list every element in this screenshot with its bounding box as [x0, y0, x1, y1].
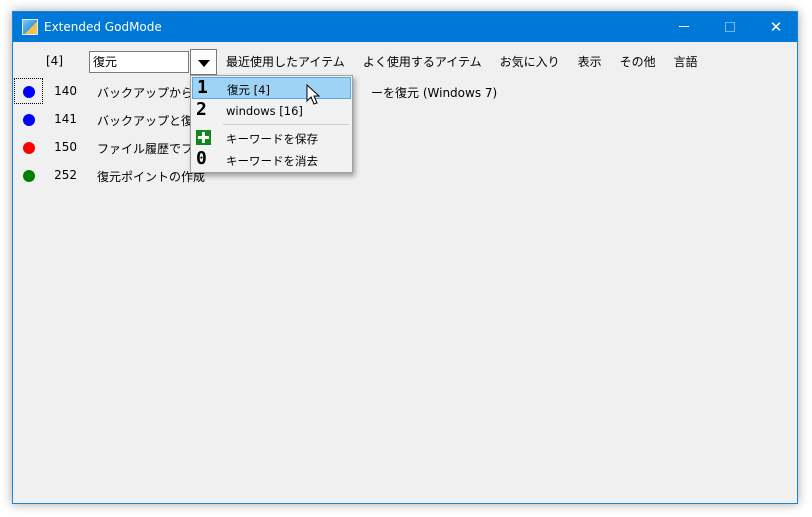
menu-item-history-1[interactable]: 1 復元 [4] — [192, 77, 351, 99]
app-icon — [22, 19, 38, 35]
list-item[interactable]: 150 ファイル履歴でファ — [13, 137, 773, 159]
list-item[interactable]: 252 復元ポイントの作成 — [13, 165, 773, 187]
number-1-icon: 1 — [197, 77, 208, 98]
item-label: ファイル履歴でファ — [97, 142, 206, 156]
menu-recent[interactable]: 最近使用したアイテム — [226, 52, 345, 72]
menu-item-label: 復元 [4] — [227, 83, 270, 97]
number-0-icon: 0 — [196, 148, 207, 169]
item-label-right: ーを復元 (Windows 7) — [371, 86, 498, 100]
item-label: 復元ポイントの作成 — [97, 170, 206, 184]
item-number: 150 — [54, 140, 77, 154]
search-input[interactable]: 復元 — [89, 51, 189, 73]
item-number: 140 — [54, 84, 77, 98]
menu-view[interactable]: 表示 — [578, 52, 602, 72]
menu-favorites[interactable]: お気に入り — [500, 52, 560, 72]
status-dot-icon — [23, 170, 35, 182]
menu-item-history-2[interactable]: 2 windows [16] — [192, 100, 351, 122]
menu-item-save-keyword[interactable]: キーワードを保存 — [192, 127, 351, 149]
window-title: Extended GodMode — [44, 20, 162, 34]
status-dot-icon — [23, 86, 35, 98]
number-2-icon: 2 — [196, 99, 207, 120]
list-item[interactable]: 140 バックアップからデー ーを復元 (Windows 7) — [13, 78, 773, 104]
minimize-icon — [679, 26, 689, 27]
minimize-button[interactable] — [661, 12, 707, 42]
status-dot-icon — [23, 142, 35, 154]
menu-separator — [223, 124, 349, 125]
item-number: 252 — [54, 168, 77, 182]
menu-item-label: キーワードを消去 — [226, 154, 318, 168]
title-bar[interactable]: Extended GodMode ✕ — [13, 12, 797, 42]
menu-language[interactable]: 言語 — [674, 52, 698, 72]
close-icon: ✕ — [769, 18, 783, 36]
history-dropdown-menu: 1 復元 [4] 2 windows [16] キーワードを保存 0 キーワード… — [190, 75, 353, 173]
item-label: バックアップと復元 — [97, 114, 206, 128]
close-button[interactable]: ✕ — [753, 12, 799, 42]
result-count: [4] — [46, 54, 63, 68]
item-number: 141 — [54, 112, 77, 126]
menu-item-label: windows [16] — [226, 104, 303, 118]
maximize-button[interactable] — [707, 12, 753, 42]
status-dot-icon — [23, 114, 35, 126]
menu-frequent[interactable]: よく使用するアイテム — [363, 52, 482, 72]
menu-item-label: キーワードを保存 — [226, 132, 318, 146]
plus-icon — [196, 130, 211, 145]
mouse-cursor-icon — [306, 84, 321, 105]
maximize-icon — [725, 21, 735, 32]
menu-bar: 最近使用したアイテム よく使用するアイテム お気に入り 表示 その他 言語 — [226, 52, 716, 72]
history-dropdown-button[interactable] — [190, 49, 217, 75]
list-item[interactable]: 141 バックアップと復元 — [13, 109, 773, 131]
menu-item-clear-keyword[interactable]: 0 キーワードを消去 — [192, 149, 351, 171]
app-window: Extended GodMode ✕ [4] 復元 最近使用したアイテム よく使… — [12, 11, 798, 504]
menu-other[interactable]: その他 — [620, 52, 656, 72]
